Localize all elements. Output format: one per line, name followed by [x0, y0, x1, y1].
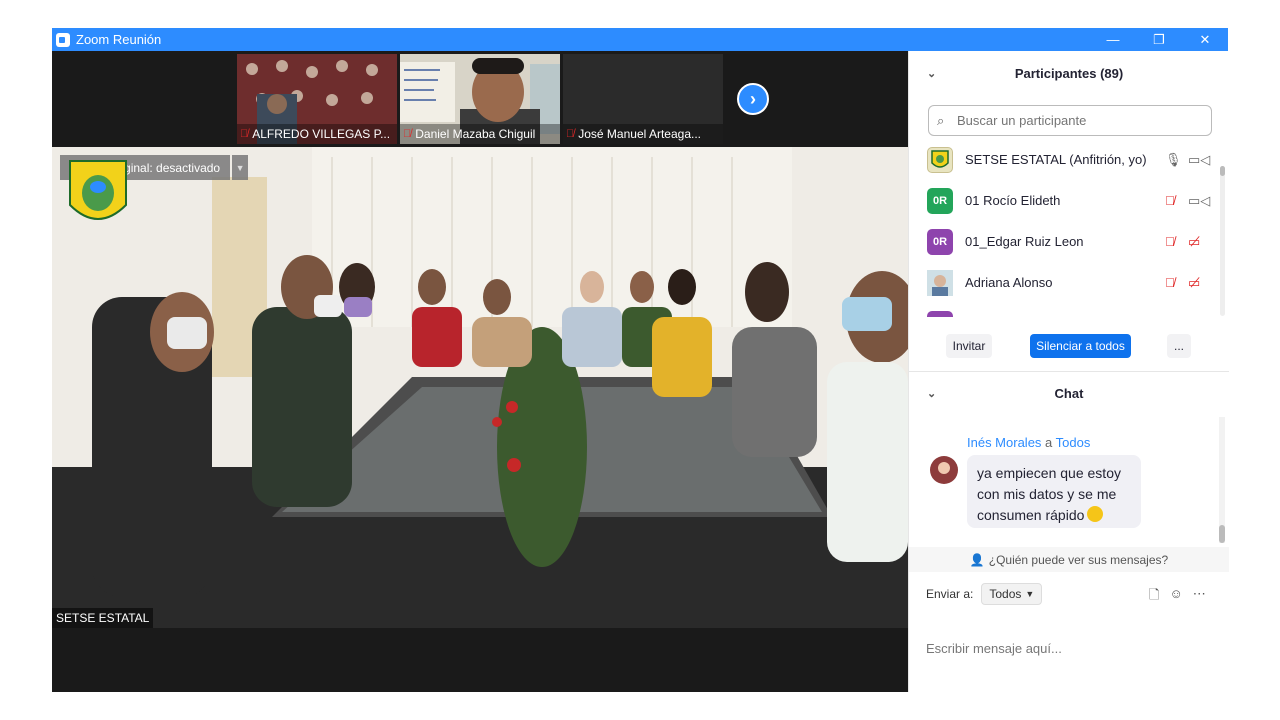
participant-list: SETSE ESTATAL (Anfitrión, yo) 🎙 ▭◁ 0R 01…	[909, 139, 1221, 317]
window-title: Zoom Reunión	[76, 32, 162, 47]
side-panel: ⌄ Participantes (89) ⌕ SETSE ESTATAL (An…	[908, 51, 1229, 692]
setse-logo	[69, 160, 127, 220]
who-can-see-text: ¿Quién puede ver sus mensajes?	[988, 552, 1169, 567]
thumbnail-name: 🎙̸ José Manuel Arteaga...	[563, 124, 723, 144]
chat-tools: 🗋 ☺ ⋯	[1149, 586, 1206, 608]
zoom-app-icon	[56, 32, 70, 47]
participant-name: Adriana Alonso	[965, 275, 1053, 290]
zoom-window: Zoom Reunión — ❐ ✕ 🎙̸ ALFREDO VILLEGAS P.…	[52, 28, 1229, 692]
restore-button[interactable]: ❐	[1136, 28, 1182, 51]
chat-title: Chat	[1054, 385, 1084, 401]
minimize-button[interactable]: —	[1090, 28, 1136, 51]
chevron-right-icon: ›	[750, 88, 756, 109]
muted-mic-icon[interactable]: 🎙̸	[1165, 275, 1175, 290]
thumbnail-name: 🎙̸ Daniel Mazaba Chiguil	[400, 124, 560, 144]
thumbnail-name: 🎙̸ ALFREDO VILLEGAS P...	[237, 124, 397, 144]
participants-header: ⌄ Participantes (89)	[909, 53, 1229, 93]
participant-row[interactable]: 0R 01_Edgar Ruiz Leon 🎙̸ ▭̸	[909, 221, 1221, 262]
chat-recipient: Todos	[1055, 435, 1091, 450]
avatar	[927, 146, 953, 173]
participant-name: 01_Edgar Ruiz Leon	[965, 234, 1084, 249]
muted-mic-icon[interactable]: 🎙̸	[1165, 234, 1175, 249]
avatar	[927, 269, 953, 296]
participant-row[interactable]: 0R 01 Rocío Elideth 🎙̸ ▭◁	[909, 180, 1221, 221]
setse-avatar-icon	[931, 149, 949, 168]
avatar: 0R	[927, 228, 953, 255]
more-icon[interactable]: ⋯	[1193, 586, 1206, 608]
participant-thumbnail[interactable]: 🎙̸ Daniel Mazaba Chiguil	[400, 54, 560, 144]
participant-thumbnail[interactable]: 🎙̸ José Manuel Arteaga...	[563, 54, 723, 144]
chat-header: ⌄ Chat	[909, 373, 1229, 413]
scrollbar-thumb[interactable]	[1219, 525, 1225, 543]
chevron-down-icon[interactable]: ⌄	[927, 387, 936, 400]
chevron-down-icon[interactable]: ▼	[232, 155, 249, 180]
thumbnail-strip: 🎙̸ ALFREDO VILLEGAS P... 🎙̸ Daniel Mazaba …	[52, 51, 908, 147]
participant-search[interactable]: ⌕	[928, 105, 1212, 136]
more-options-button[interactable]: ...	[1167, 334, 1191, 358]
avatar	[927, 311, 953, 317]
participant-thumbnail[interactable]: 🎙̸ ALFREDO VILLEGAS P...	[237, 54, 397, 144]
scrollbar-thumb[interactable]	[1220, 166, 1225, 176]
who-can-see-messages-link[interactable]: 👤 ¿Quién puede ver sus mensajes?	[909, 547, 1229, 572]
speaker-name-label: SETSE ESTATAL	[52, 608, 154, 628]
participant-row[interactable]: SETSE ESTATAL (Anfitrión, yo) 🎙 ▭◁	[909, 139, 1221, 180]
chevron-down-icon[interactable]: ⌄	[927, 67, 936, 80]
grinning-emoji-icon	[1087, 506, 1104, 522]
send-to-row: Enviar a: Todos ▼	[926, 583, 1043, 605]
video-camera-icon[interactable]: ▭◁	[1188, 193, 1210, 209]
muted-mic-icon: 🎙̸	[240, 128, 249, 140]
video-camera-icon[interactable]: ▭◁	[1188, 152, 1210, 168]
video-off-icon[interactable]: ▭̸	[1188, 234, 1200, 250]
microphone-icon[interactable]: 🎙	[1165, 152, 1182, 168]
participant-name: 01 Rocío Elideth	[965, 193, 1061, 208]
chat-scrollbar[interactable]	[1219, 417, 1225, 543]
meeting-room-video	[52, 147, 908, 628]
search-icon: ⌕	[937, 112, 945, 128]
muted-mic-icon: 🎙̸	[566, 128, 575, 140]
muted-mic-icon[interactable]: 🎙̸	[1165, 193, 1175, 208]
participants-title: Participantes (89)	[1014, 65, 1124, 81]
video-off-icon[interactable]: ▭̸	[1188, 275, 1200, 291]
chat-message-bubble: ya empiecen que estoy con mis datos y se…	[967, 455, 1141, 528]
chevron-down-icon: ▼	[1025, 589, 1035, 599]
avatar-photo	[927, 269, 953, 296]
avatar	[930, 456, 958, 484]
close-button[interactable]: ✕	[1182, 28, 1228, 51]
video-area: 🎙̸ ALFREDO VILLEGAS P... 🎙̸ Daniel Mazaba …	[52, 51, 908, 692]
participant-row[interactable]	[909, 303, 1221, 317]
participant-search-input[interactable]	[957, 113, 1207, 128]
title-bar: Zoom Reunión — ❐ ✕	[52, 28, 1228, 51]
chat-message-header: Inés Morales a Todos	[967, 435, 1090, 450]
mute-all-button[interactable]: Silenciar a todos	[1030, 334, 1131, 358]
divider	[909, 371, 1229, 372]
send-to-label: Enviar a:	[926, 587, 974, 601]
next-page-button[interactable]: ›	[737, 83, 769, 115]
muted-mic-icon: 🎙̸	[403, 128, 412, 140]
emoji-icon[interactable]: ☺	[1169, 586, 1182, 608]
chat-message-input[interactable]: Escribir mensaje aquí...	[926, 641, 1062, 656]
chat-connector: a	[1041, 435, 1056, 450]
invite-button[interactable]: Invitar	[946, 334, 992, 358]
participant-row[interactable]: Adriana Alonso 🎙̸ ▭̸	[909, 262, 1221, 303]
participants-scrollbar[interactable]	[1220, 166, 1225, 316]
people-icon: 👤	[969, 552, 985, 567]
chat-sender[interactable]: Inés Morales	[967, 435, 1041, 450]
file-icon[interactable]: 🗋	[1149, 586, 1159, 608]
avatar: 0R	[927, 187, 953, 214]
main-speaker-video: Sonido original: desactivado ▼ SETSE EST…	[52, 147, 908, 628]
participant-name: SETSE ESTATAL (Anfitrión, yo)	[965, 152, 1147, 167]
send-to-select[interactable]: Todos ▼	[981, 583, 1043, 605]
